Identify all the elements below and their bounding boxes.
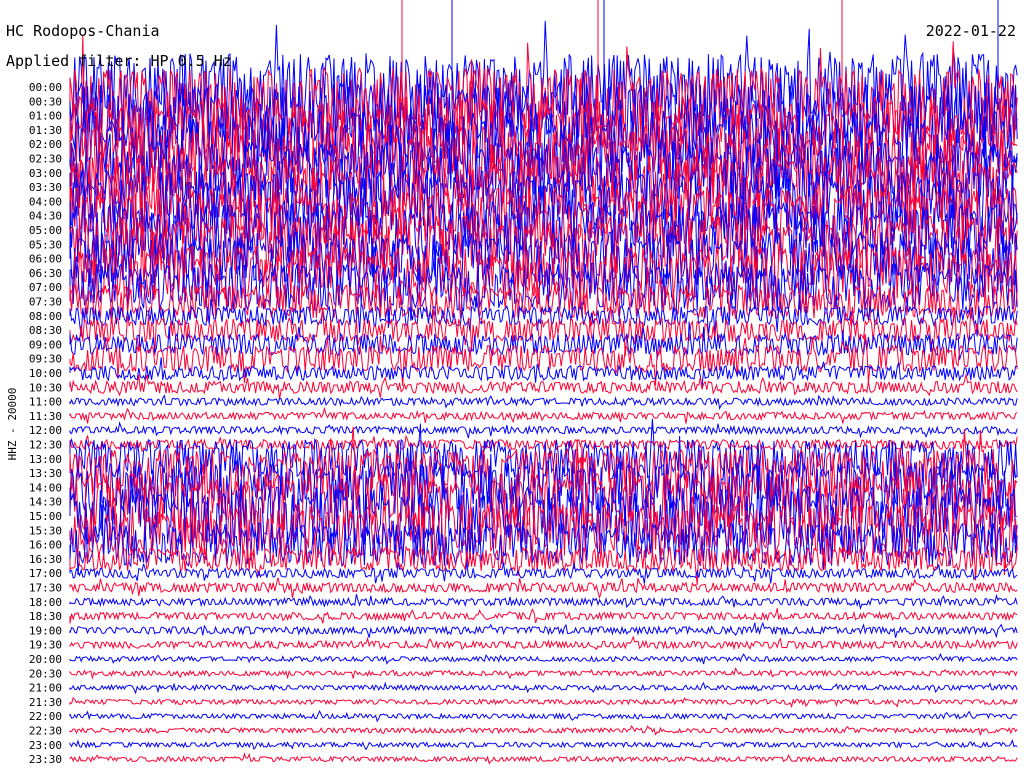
trace-line — [69, 667, 1018, 680]
trace-line — [69, 394, 1018, 411]
time-tick-label: 23:30 — [29, 753, 62, 766]
chart-title: HC Rodopos-Chania — [6, 22, 160, 40]
time-tick-label: 11:00 — [29, 396, 62, 409]
time-tick-label: 10:30 — [29, 381, 62, 394]
time-tick-label: 00:00 — [29, 81, 62, 94]
time-tick-label: 12:30 — [29, 439, 62, 452]
time-tick-label: 04:00 — [29, 195, 62, 208]
time-tick-label: 05:30 — [29, 238, 62, 251]
time-tick-label: 07:00 — [29, 281, 62, 294]
chart-subtitle: Applied filter: HP 0.5 Hz — [6, 52, 232, 70]
time-tick-label: 20:30 — [29, 667, 62, 680]
time-tick-label: 07:30 — [29, 296, 62, 309]
y-axis-label: HHZ - 20000 — [6, 388, 19, 461]
time-tick-label: 18:00 — [29, 596, 62, 609]
trace-line — [69, 739, 1018, 751]
time-tick-label: 04:30 — [29, 210, 62, 223]
trace-line — [69, 374, 1018, 400]
time-tick-label: 16:00 — [29, 539, 62, 552]
trace-line — [69, 752, 1018, 765]
time-tick-label: 20:00 — [29, 653, 62, 666]
trace-line — [69, 635, 1018, 651]
time-tick-label: 02:00 — [29, 138, 62, 151]
time-tick-label: 03:30 — [29, 181, 62, 194]
time-tick-label: 12:00 — [29, 424, 62, 437]
time-tick-label: 22:00 — [29, 710, 62, 723]
time-tick-label: 09:30 — [29, 353, 62, 366]
time-tick-label: 14:00 — [29, 481, 62, 494]
time-tick-label: 06:00 — [29, 253, 62, 266]
trace-line — [69, 420, 1018, 439]
time-tick-label: 03:00 — [29, 167, 62, 180]
time-tick-label: 16:30 — [29, 553, 62, 566]
time-tick-label: 22:30 — [29, 725, 62, 738]
trace-line — [69, 725, 1018, 736]
time-tick-label: 08:00 — [29, 310, 62, 323]
time-tick-label: 13:00 — [29, 453, 62, 466]
trace-line — [69, 710, 1018, 723]
time-tick-label: 17:30 — [29, 582, 62, 595]
time-tick-label: 06:30 — [29, 267, 62, 280]
trace-line — [69, 562, 1018, 584]
trace-line — [69, 577, 1018, 600]
time-tick-label: 09:00 — [29, 338, 62, 351]
time-tick-label: 11:30 — [29, 410, 62, 423]
trace-line — [69, 593, 1018, 611]
trace-line — [69, 681, 1018, 695]
trace-line — [69, 696, 1018, 709]
time-tick-label: 02:30 — [29, 153, 62, 166]
trace-line — [69, 621, 1018, 639]
time-tick-label: 00:30 — [29, 95, 62, 108]
trace-line — [69, 406, 1018, 425]
time-tick-label: 21:30 — [29, 696, 62, 709]
time-tick-label: 15:30 — [29, 524, 62, 537]
time-tick-label: 08:30 — [29, 324, 62, 337]
trace-line — [69, 608, 1018, 624]
time-tick-label: 18:30 — [29, 610, 62, 623]
time-tick-label: 05:00 — [29, 224, 62, 237]
chart-date: 2022-01-22 — [926, 22, 1016, 40]
time-tick-label: 14:30 — [29, 496, 62, 509]
time-tick-label: 01:30 — [29, 124, 62, 137]
helicorder-plot: HC Rodopos-Chania Applied filter: HP 0.5… — [6, 0, 1018, 766]
time-tick-label: 10:00 — [29, 367, 62, 380]
time-tick-label: 19:00 — [29, 624, 62, 637]
time-tick-label: 01:00 — [29, 110, 62, 123]
time-tick-label: 17:00 — [29, 567, 62, 580]
time-tick-label: 13:30 — [29, 467, 62, 480]
trace-line — [69, 652, 1018, 665]
time-tick-label: 15:00 — [29, 510, 62, 523]
time-tick-label: 21:00 — [29, 682, 62, 695]
seismic-traces — [69, 0, 1018, 765]
time-tick-label: 23:00 — [29, 739, 62, 752]
time-tick-label: 19:30 — [29, 639, 62, 652]
time-axis-labels: 00:0000:30 01:0001:3002:00 02:3003:0003:30… — [29, 81, 62, 766]
